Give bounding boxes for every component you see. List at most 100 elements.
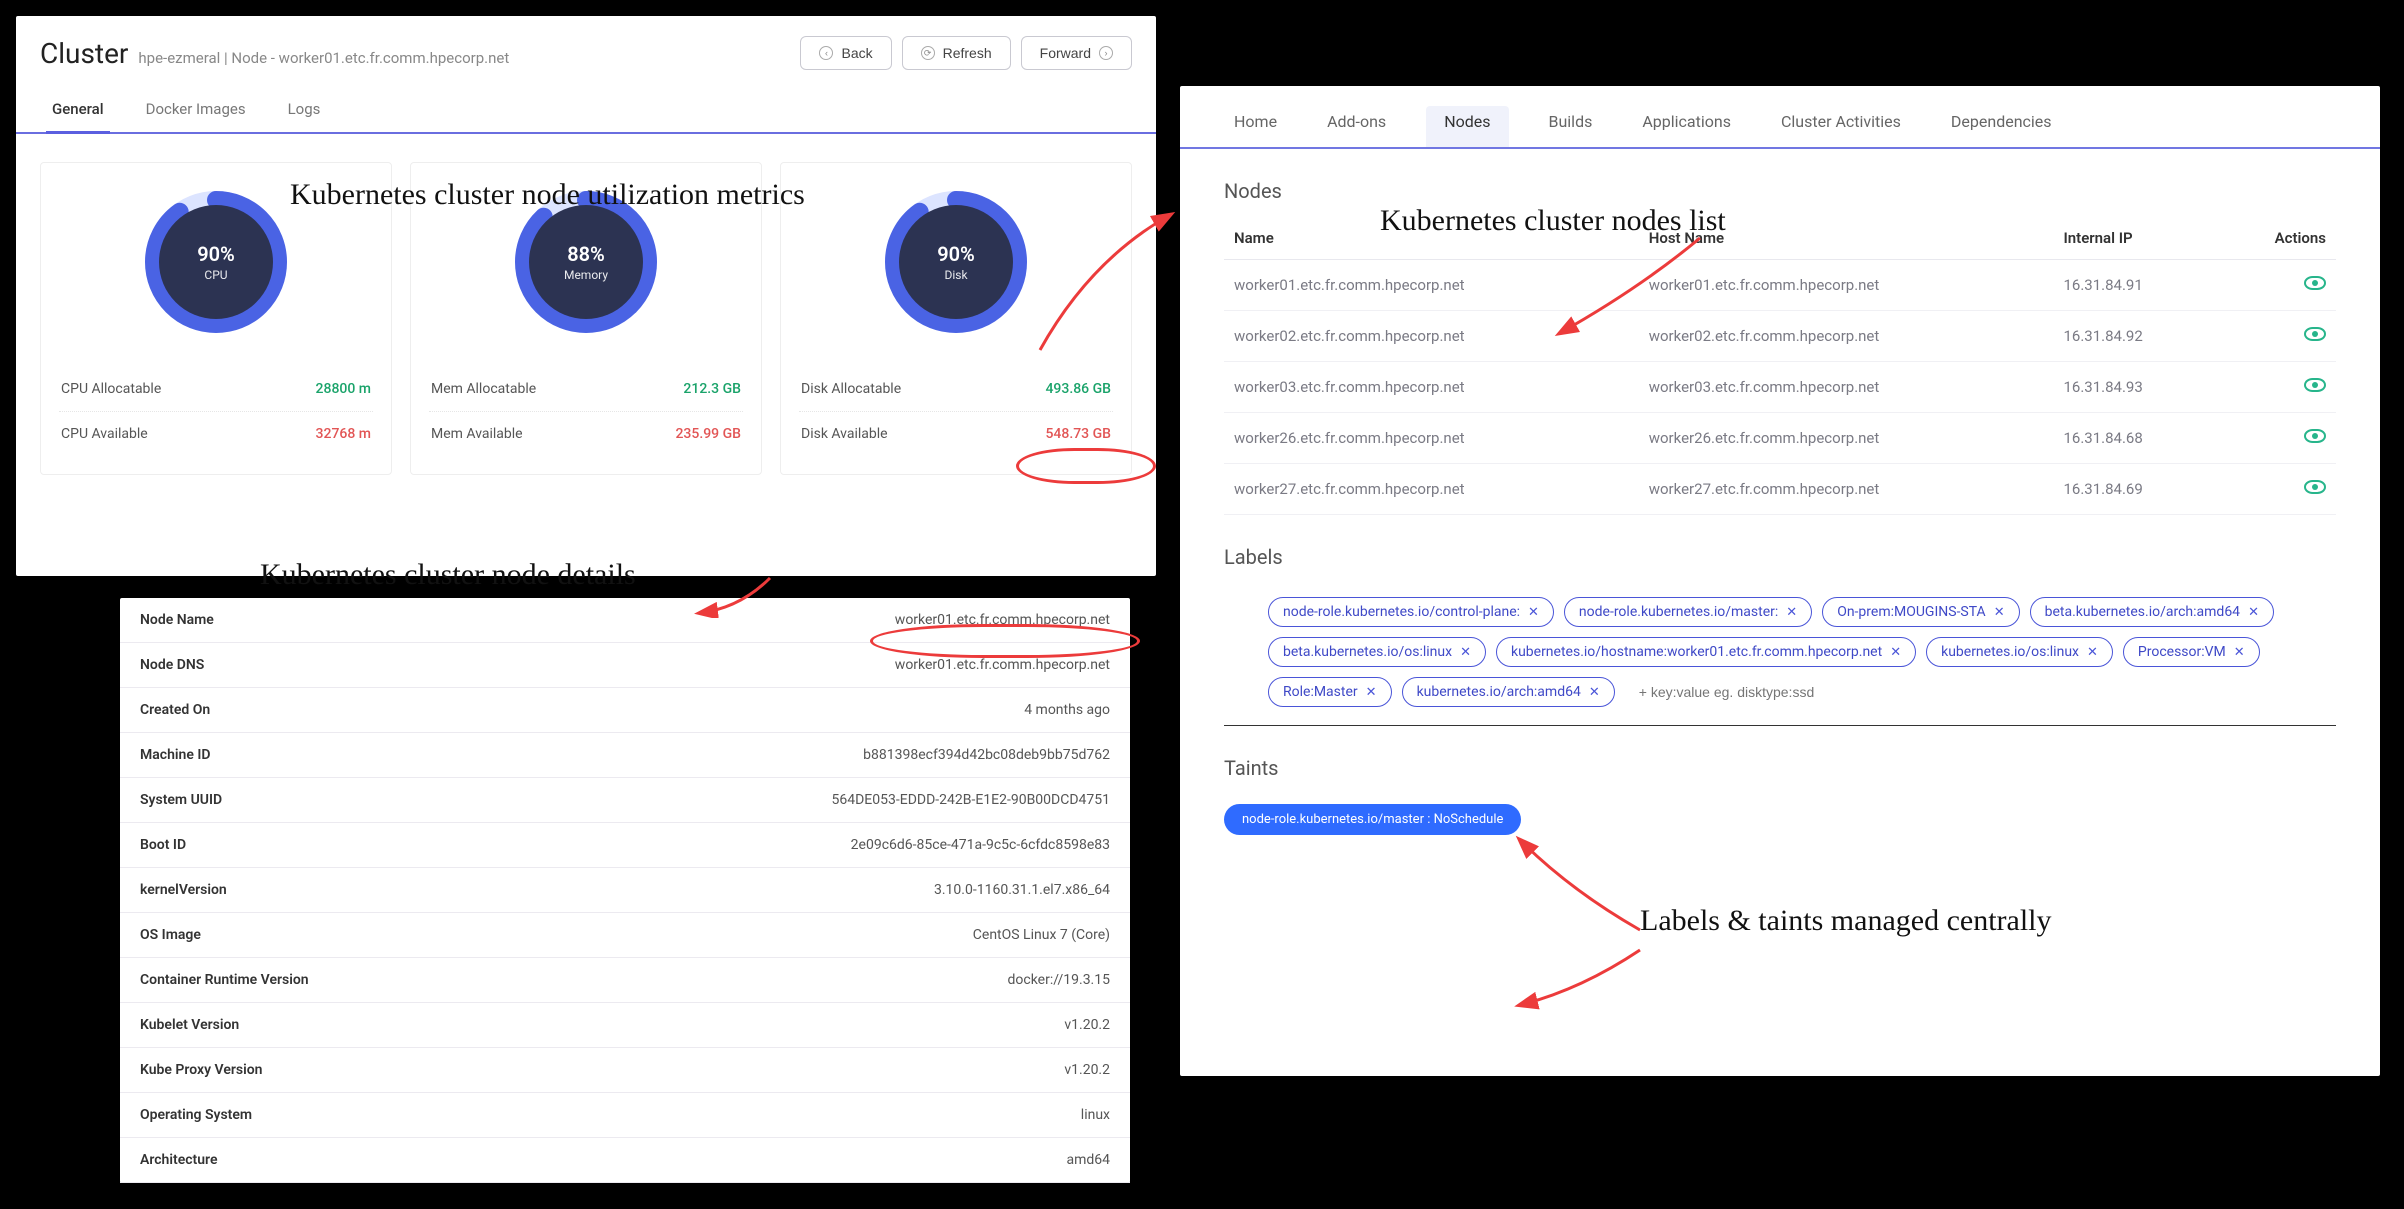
details-value: 3.10.0-1160.31.1.el7.x86_64 [934,882,1110,898]
close-icon[interactable]: ✕ [1890,645,1901,660]
cluster-node-panel: Cluster hpe-ezmeral | Node - worker01.et… [16,16,1156,576]
view-icon[interactable] [2304,276,2326,290]
tab-general[interactable]: General [46,90,110,132]
table-row[interactable]: worker03.etc.fr.comm.hpecorp.net worker0… [1224,362,2336,413]
refresh-button[interactable]: ⟳ Refresh [902,36,1011,70]
metrics-row: 90% CPU CPU Allocatable28800 m CPU Avail… [16,134,1156,495]
chip-text: node-role.kubernetes.io/control-plane: [1283,604,1520,620]
details-value: 4 months ago [1024,702,1110,718]
details-key: Operating System [140,1107,252,1123]
back-button[interactable]: ‹ Back [800,36,891,70]
label-chip[interactable]: Role:Master✕ [1268,677,1392,707]
back-button-label: Back [841,45,872,61]
close-icon[interactable]: ✕ [2087,645,2098,660]
label-chip[interactable]: beta.kubernetes.io/arch:amd64 ✕ [2030,597,2274,627]
close-icon[interactable]: ✕ [1994,605,2005,620]
tab-home[interactable]: Home [1224,106,1287,147]
tab-logs[interactable]: Logs [282,90,327,132]
close-icon[interactable]: ✕ [2234,645,2245,660]
tab-docker-images[interactable]: Docker Images [140,90,252,132]
details-row: Node Nameworker01.etc.fr.comm.hpecorp.ne… [120,598,1130,643]
node-host: worker26.etc.fr.comm.hpecorp.net [1639,413,2054,464]
label-chip[interactable]: node-role.kubernetes.io/master: ✕ [1564,597,1812,627]
label-chip[interactable]: On-prem:MOUGINS-STA✕ [1822,597,2019,627]
node-ip: 16.31.84.68 [2053,413,2217,464]
details-row: Kubelet Versionv1.20.2 [120,1003,1130,1048]
metric-avail-label: CPU Available [61,426,148,442]
details-value: 564DE053-EDDD-242B-E1E2-90B00DCD4751 [832,792,1110,808]
details-key: Kubelet Version [140,1017,239,1033]
node-details-panel: Node Nameworker01.etc.fr.comm.hpecorp.ne… [120,598,1130,1183]
label-input[interactable] [1625,677,2292,707]
view-icon[interactable] [2304,327,2326,341]
details-key: kernelVersion [140,882,227,898]
col-name[interactable]: Name [1224,217,1639,260]
node-name: worker02.etc.fr.comm.hpecorp.net [1224,311,1639,362]
cluster-tabs: General Docker Images Logs [16,80,1156,134]
metric-avail-value: 235.99 GB [675,426,741,442]
chip-text: kubernetes.io/os:linux [1941,644,2079,660]
close-icon[interactable]: ✕ [1460,645,1471,660]
chip-text: beta.kubernetes.io/arch:amd64 [2045,604,2240,620]
label-chip[interactable]: kubernetes.io/arch:amd64✕ [1402,677,1615,707]
label-chip[interactable]: kubernetes.io/hostname:worker01.etc.fr.c… [1496,637,1916,667]
chip-text: node-role.kubernetes.io/master: [1579,604,1778,620]
details-row: Machine IDb881398ecf394d42bc08deb9bb75d7… [120,733,1130,778]
table-row[interactable]: worker27.etc.fr.comm.hpecorp.net worker2… [1224,464,2336,515]
table-row[interactable]: worker26.etc.fr.comm.hpecorp.net worker2… [1224,413,2336,464]
label-chip[interactable]: kubernetes.io/os:linux ✕ [1926,637,2113,667]
label-chip[interactable]: Processor:VM✕ [2123,637,2260,667]
tab-builds[interactable]: Builds [1539,106,1603,147]
refresh-button-label: Refresh [943,45,992,61]
label-chip[interactable]: node-role.kubernetes.io/control-plane: ✕ [1268,597,1554,627]
refresh-icon: ⟳ [921,46,935,60]
details-value: amd64 [1066,1152,1110,1168]
close-icon[interactable]: ✕ [1366,685,1377,700]
col-host[interactable]: Host Name [1639,217,2054,260]
donut-label: Disk [944,268,967,282]
metric-card-cpu: 90% CPU CPU Allocatable28800 m CPU Avail… [40,162,392,475]
metric-alloc-value: 493.86 GB [1045,381,1111,397]
details-value: 2e09c6d6-85ce-471a-9c5c-6cfdc8598e83 [851,837,1110,853]
table-row[interactable]: worker01.etc.fr.comm.hpecorp.net worker0… [1224,260,2336,311]
view-icon[interactable] [2304,429,2326,443]
donut-label: CPU [204,268,227,282]
details-row: Kube Proxy Versionv1.20.2 [120,1048,1130,1093]
node-host: worker03.etc.fr.comm.hpecorp.net [1639,362,2054,413]
details-row: Container Runtime Versiondocker://19.3.1… [120,958,1130,1003]
taints-section-title: Taints [1180,726,2380,794]
tab-applications[interactable]: Applications [1632,106,1741,147]
close-icon[interactable]: ✕ [2248,605,2259,620]
view-icon[interactable] [2304,378,2326,392]
details-row: Architectureamd64 [120,1138,1130,1183]
forward-button[interactable]: Forward› [1021,36,1132,70]
metric-alloc-label: Disk Allocatable [801,381,901,397]
chip-text: beta.kubernetes.io/os:linux [1283,644,1452,660]
close-icon[interactable]: ✕ [1786,605,1797,620]
tab-add-ons[interactable]: Add-ons [1317,106,1396,147]
metric-alloc-label: CPU Allocatable [61,381,161,397]
details-row: Node DNSworker01.etc.fr.comm.hpecorp.net [120,643,1130,688]
table-row[interactable]: worker02.etc.fr.comm.hpecorp.net worker0… [1224,311,2336,362]
nodes-section-title: Nodes [1180,149,2380,217]
nodes-panel: HomeAdd-onsNodesBuildsApplicationsCluste… [1180,86,2380,1076]
back-icon: ‹ [819,46,833,60]
label-chip[interactable]: beta.kubernetes.io/os:linux ✕ [1268,637,1486,667]
details-key: Node DNS [140,657,204,673]
node-ip: 16.31.84.69 [2053,464,2217,515]
details-key: Machine ID [140,747,211,763]
tab-cluster-activities[interactable]: Cluster Activities [1771,106,1911,147]
labels-area: node-role.kubernetes.io/control-plane:✕n… [1224,591,2336,726]
details-row: OS ImageCentOS Linux 7 (Core) [120,913,1130,958]
donut-chart: 90% Disk [881,187,1031,337]
taint-chip[interactable]: node-role.kubernetes.io/master : NoSched… [1224,804,1521,835]
close-icon[interactable]: ✕ [1528,605,1539,620]
tab-dependencies[interactable]: Dependencies [1941,106,2062,147]
close-icon[interactable]: ✕ [1589,685,1600,700]
tab-nodes[interactable]: Nodes [1426,106,1508,147]
details-key: Created On [140,702,210,718]
col-ip[interactable]: Internal IP [2053,217,2217,260]
donut-percent: 90% [937,242,975,266]
breadcrumb: hpe-ezmeral | Node - worker01.etc.fr.com… [138,49,509,67]
view-icon[interactable] [2304,480,2326,494]
